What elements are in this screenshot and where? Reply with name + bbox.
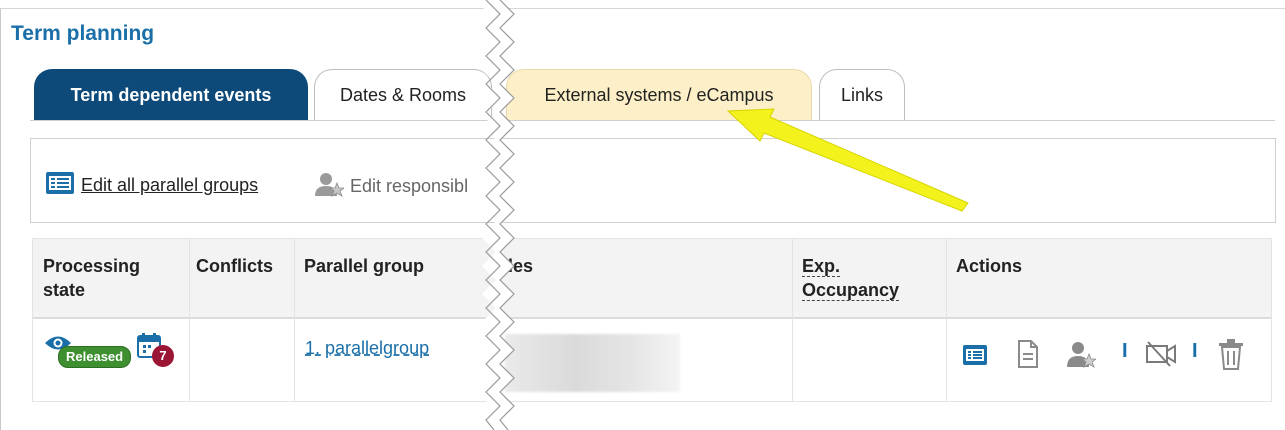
list-icon	[45, 171, 75, 200]
tab-term-dependent-events[interactable]: Term dependent events	[34, 69, 308, 121]
column-divider	[946, 239, 947, 401]
document-icon[interactable]	[1017, 340, 1039, 373]
header-parallel-group: Parallel group	[304, 256, 425, 276]
tab-dates-rooms[interactable]: Dates & Rooms	[314, 69, 492, 121]
tab-divider	[30, 120, 1275, 121]
header-conflicts: Conflicts	[196, 256, 274, 276]
list-icon[interactable]	[962, 344, 988, 371]
user-star-icon[interactable]	[1066, 340, 1098, 373]
table-header	[33, 239, 1271, 319]
edit-all-label: Edit all parallel groups	[81, 175, 259, 195]
header-actions: Actions	[956, 256, 1023, 276]
action-separator: I	[1192, 340, 1198, 362]
parallel-group-link[interactable]: 1. parallelgroup	[305, 338, 429, 359]
tab-label: Dates & Rooms	[339, 85, 467, 105]
page-title: Term planning	[11, 22, 155, 45]
header-exp-occupancy: Exp. Occupancy	[802, 256, 900, 301]
user-star-icon	[314, 171, 346, 202]
edit-responsible-label: Edit responsibl	[350, 176, 469, 196]
redacted-responsibles	[505, 334, 680, 392]
column-divider	[792, 239, 793, 401]
highlight-arrow	[726, 108, 969, 212]
edit-all-parallel-groups-button[interactable]: Edit all parallel groups	[45, 171, 258, 200]
date-count-badge: 7	[152, 345, 174, 367]
tab-label: Term dependent events	[70, 84, 272, 105]
torn-edge-divider	[482, 0, 515, 430]
action-separator: I	[1122, 340, 1128, 362]
no-video-icon[interactable]	[1145, 340, 1177, 373]
header-processing-state: Processing state	[43, 256, 141, 300]
trash-icon[interactable]	[1218, 338, 1244, 375]
edit-responsibles-button[interactable]: Edit responsibl	[314, 171, 468, 202]
status-badge: Released	[58, 346, 132, 368]
column-divider	[189, 239, 190, 401]
column-divider	[294, 239, 295, 401]
